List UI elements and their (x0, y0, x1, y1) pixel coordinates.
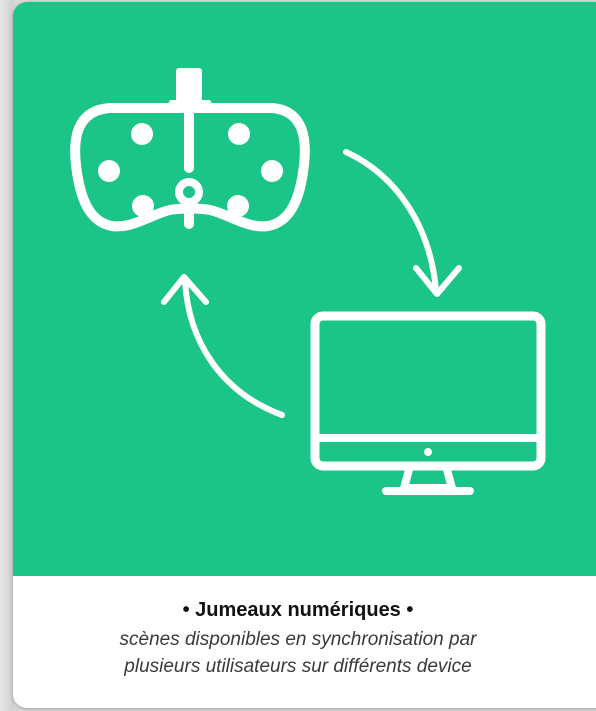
feature-card: • Jumeaux numériques • scènes disponible… (13, 2, 596, 708)
card-caption: • Jumeaux numériques • scènes disponible… (13, 576, 583, 708)
illustration-svg (70, 68, 546, 495)
card-description-line-1: scènes disponibles en synchronisation pa… (119, 629, 477, 650)
vr-headset-icon (70, 68, 310, 232)
card-description: scènes disponibles en synchronisation pa… (13, 626, 583, 680)
card-illustration (13, 2, 596, 576)
arrow-to-monitor-icon (343, 149, 462, 297)
monitor-power-dot (424, 448, 432, 456)
desktop-monitor-icon (310, 311, 546, 495)
card-description-line-2: plusieurs utilisateurs sur différents de… (124, 656, 472, 677)
background-edge (0, 0, 14, 711)
arrow-to-headset-icon (161, 274, 285, 418)
card-title: • Jumeaux numériques • (182, 599, 414, 621)
